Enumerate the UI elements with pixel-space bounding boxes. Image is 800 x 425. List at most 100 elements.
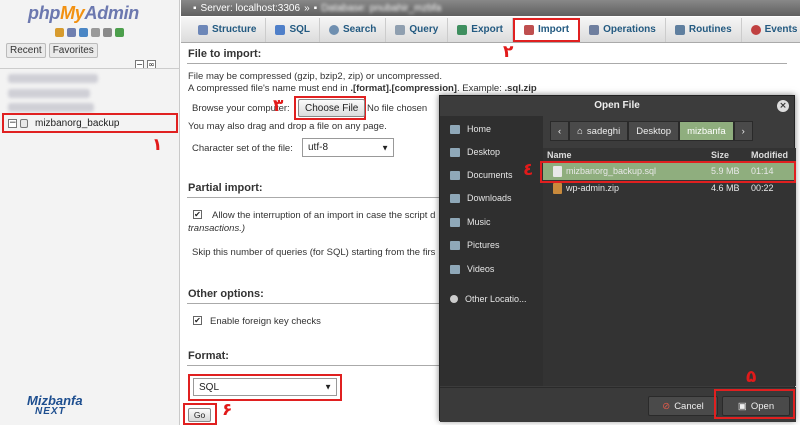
charset-select[interactable]: utf-8 ▼: [302, 138, 394, 157]
favorites-tab[interactable]: Favorites: [48, 43, 98, 58]
home-icon: [450, 124, 460, 134]
tab-label: Routines: [688, 24, 732, 35]
path-forward-button[interactable]: ›: [733, 121, 753, 141]
place-home[interactable]: Home: [450, 124, 491, 134]
compression-note: File may be compressed (gzip, bzip2, zip…: [188, 71, 442, 82]
tab-import[interactable]: Import: [512, 17, 581, 42]
server-link[interactable]: Server: localhost:3306: [201, 3, 301, 14]
tab-structure[interactable]: Structure: [189, 17, 267, 42]
tab-sql[interactable]: SQL: [266, 17, 321, 42]
partial-import-heading: Partial import:: [188, 182, 263, 194]
search-icon: [329, 24, 340, 35]
cancel-button[interactable]: ⊘ Cancel: [648, 396, 718, 416]
interrupt-label-cont: transactions.): [188, 223, 246, 234]
compression-example-text: . Example:: [456, 83, 505, 94]
blurred-db-item[interactable]: [8, 103, 94, 112]
database-link[interactable]: Database: pnubahir_mzbfa: [321, 3, 441, 14]
main-tabs: Structure SQL Search Query Export Import…: [181, 17, 800, 43]
blurred-db-item[interactable]: [8, 89, 90, 98]
tab-label: Import: [537, 24, 570, 35]
place-label: Pictures: [467, 240, 500, 250]
expand-icon[interactable]: −: [8, 118, 17, 128]
path-bar: ‹ ⌂ sadeghi Desktop mizbanfa ›: [550, 121, 753, 141]
foreign-keys-label: Enable foreign key checks: [210, 316, 321, 327]
interrupt-checkbox[interactable]: ✔: [193, 210, 202, 219]
highlight-frame: [714, 389, 795, 419]
recent-favorites-tabs: Recent Favorites: [6, 43, 98, 58]
charset-label: Character set of the file:: [192, 143, 293, 154]
place-videos[interactable]: Videos: [450, 264, 494, 274]
archive-file-icon: [553, 183, 562, 194]
place-other-locations[interactable]: Other Locatio...: [450, 294, 527, 304]
place-pictures[interactable]: Pictures: [450, 240, 500, 250]
mizbanfa-logo: Mizbanfa NEXT: [27, 393, 83, 417]
recent-tab[interactable]: Recent: [6, 43, 46, 58]
help-icon[interactable]: [79, 28, 88, 37]
settings-icon[interactable]: [103, 28, 112, 37]
tab-export[interactable]: Export: [448, 17, 513, 42]
compression-format: .[format].[compression]: [350, 83, 457, 94]
format-value: SQL: [199, 381, 220, 393]
file-modified: 00:22: [751, 183, 774, 193]
import-icon: [523, 24, 534, 35]
navigation-panel: phpMyAdmin Recent Favorites − ∞ − mizban…: [0, 0, 180, 425]
other-options-heading: Other options:: [188, 288, 264, 300]
breadcrumb: ▪ Server: localhost:3306 » ▪ Database: p…: [181, 0, 800, 16]
interrupt-label: Allow the interruption of an import in c…: [212, 210, 436, 221]
tab-label: Operations: [603, 24, 656, 35]
db-item-mizbanorg-backup[interactable]: − mizbanorg_backup: [2, 113, 178, 133]
videos-icon: [450, 264, 460, 274]
column-size[interactable]: Size: [711, 150, 729, 160]
place-music[interactable]: Music: [450, 217, 491, 227]
tab-query[interactable]: Query: [386, 17, 449, 42]
choose-file-button[interactable]: Choose File: [298, 99, 366, 117]
file-name: wp-admin.zip: [566, 183, 620, 193]
place-label: Music: [467, 217, 491, 227]
server-icon: ▪: [193, 2, 197, 14]
downloads-icon: [450, 193, 460, 203]
column-name[interactable]: Name: [547, 150, 572, 160]
reload-icon[interactable]: [115, 28, 124, 37]
path-desktop[interactable]: Desktop: [628, 121, 680, 141]
database-icon: ▪: [313, 2, 318, 14]
tab-search[interactable]: Search: [320, 17, 387, 42]
docs-icon[interactable]: [91, 28, 100, 37]
column-modified[interactable]: Modified: [751, 150, 788, 160]
tab-routines[interactable]: Routines: [666, 17, 742, 42]
cancel-icon: ⊘: [662, 400, 671, 412]
close-icon[interactable]: ×: [777, 100, 789, 112]
chevron-down-icon: ▼: [324, 382, 332, 392]
format-select[interactable]: SQL ▼: [193, 378, 337, 396]
go-button[interactable]: Go: [188, 408, 211, 422]
tab-label: Query: [409, 24, 439, 35]
tab-label: Events: [764, 24, 798, 35]
place-label: Desktop: [467, 147, 501, 157]
home-icon[interactable]: [55, 28, 64, 37]
file-size: 4.6 MB: [711, 183, 740, 193]
place-label: Home: [467, 124, 492, 134]
path-back-button[interactable]: ‹: [550, 121, 570, 141]
chevron-down-icon: ▼: [381, 143, 389, 152]
path-sadeghi[interactable]: ⌂ sadeghi: [569, 121, 629, 141]
database-icon: [20, 118, 28, 128]
step-marker-6: ۶: [222, 400, 233, 420]
path-mizbanfa[interactable]: mizbanfa: [679, 121, 734, 141]
db-item-label: mizbanorg_backup: [35, 117, 120, 129]
music-icon: [450, 217, 460, 227]
logout-icon[interactable]: [67, 28, 76, 37]
divider: [0, 68, 180, 69]
place-desktop[interactable]: Desktop: [450, 147, 500, 157]
place-documents[interactable]: Documents: [450, 170, 513, 180]
phpmyadmin-logo[interactable]: phpMyAdmin: [28, 3, 139, 24]
no-file-label: No file chosen: [367, 103, 428, 114]
tab-label: SQL: [289, 24, 311, 35]
foreign-keys-checkbox[interactable]: ✔: [193, 316, 202, 325]
logo-php: php: [28, 3, 61, 23]
tab-operations[interactable]: Operations: [580, 17, 666, 42]
tab-events[interactable]: Events: [742, 18, 800, 42]
chevron-left-icon: ‹: [558, 125, 562, 137]
place-downloads[interactable]: Downloads: [450, 193, 512, 203]
path-label: Desktop: [636, 125, 672, 137]
routines-icon: [674, 24, 685, 35]
blurred-db-item[interactable]: [8, 74, 98, 83]
